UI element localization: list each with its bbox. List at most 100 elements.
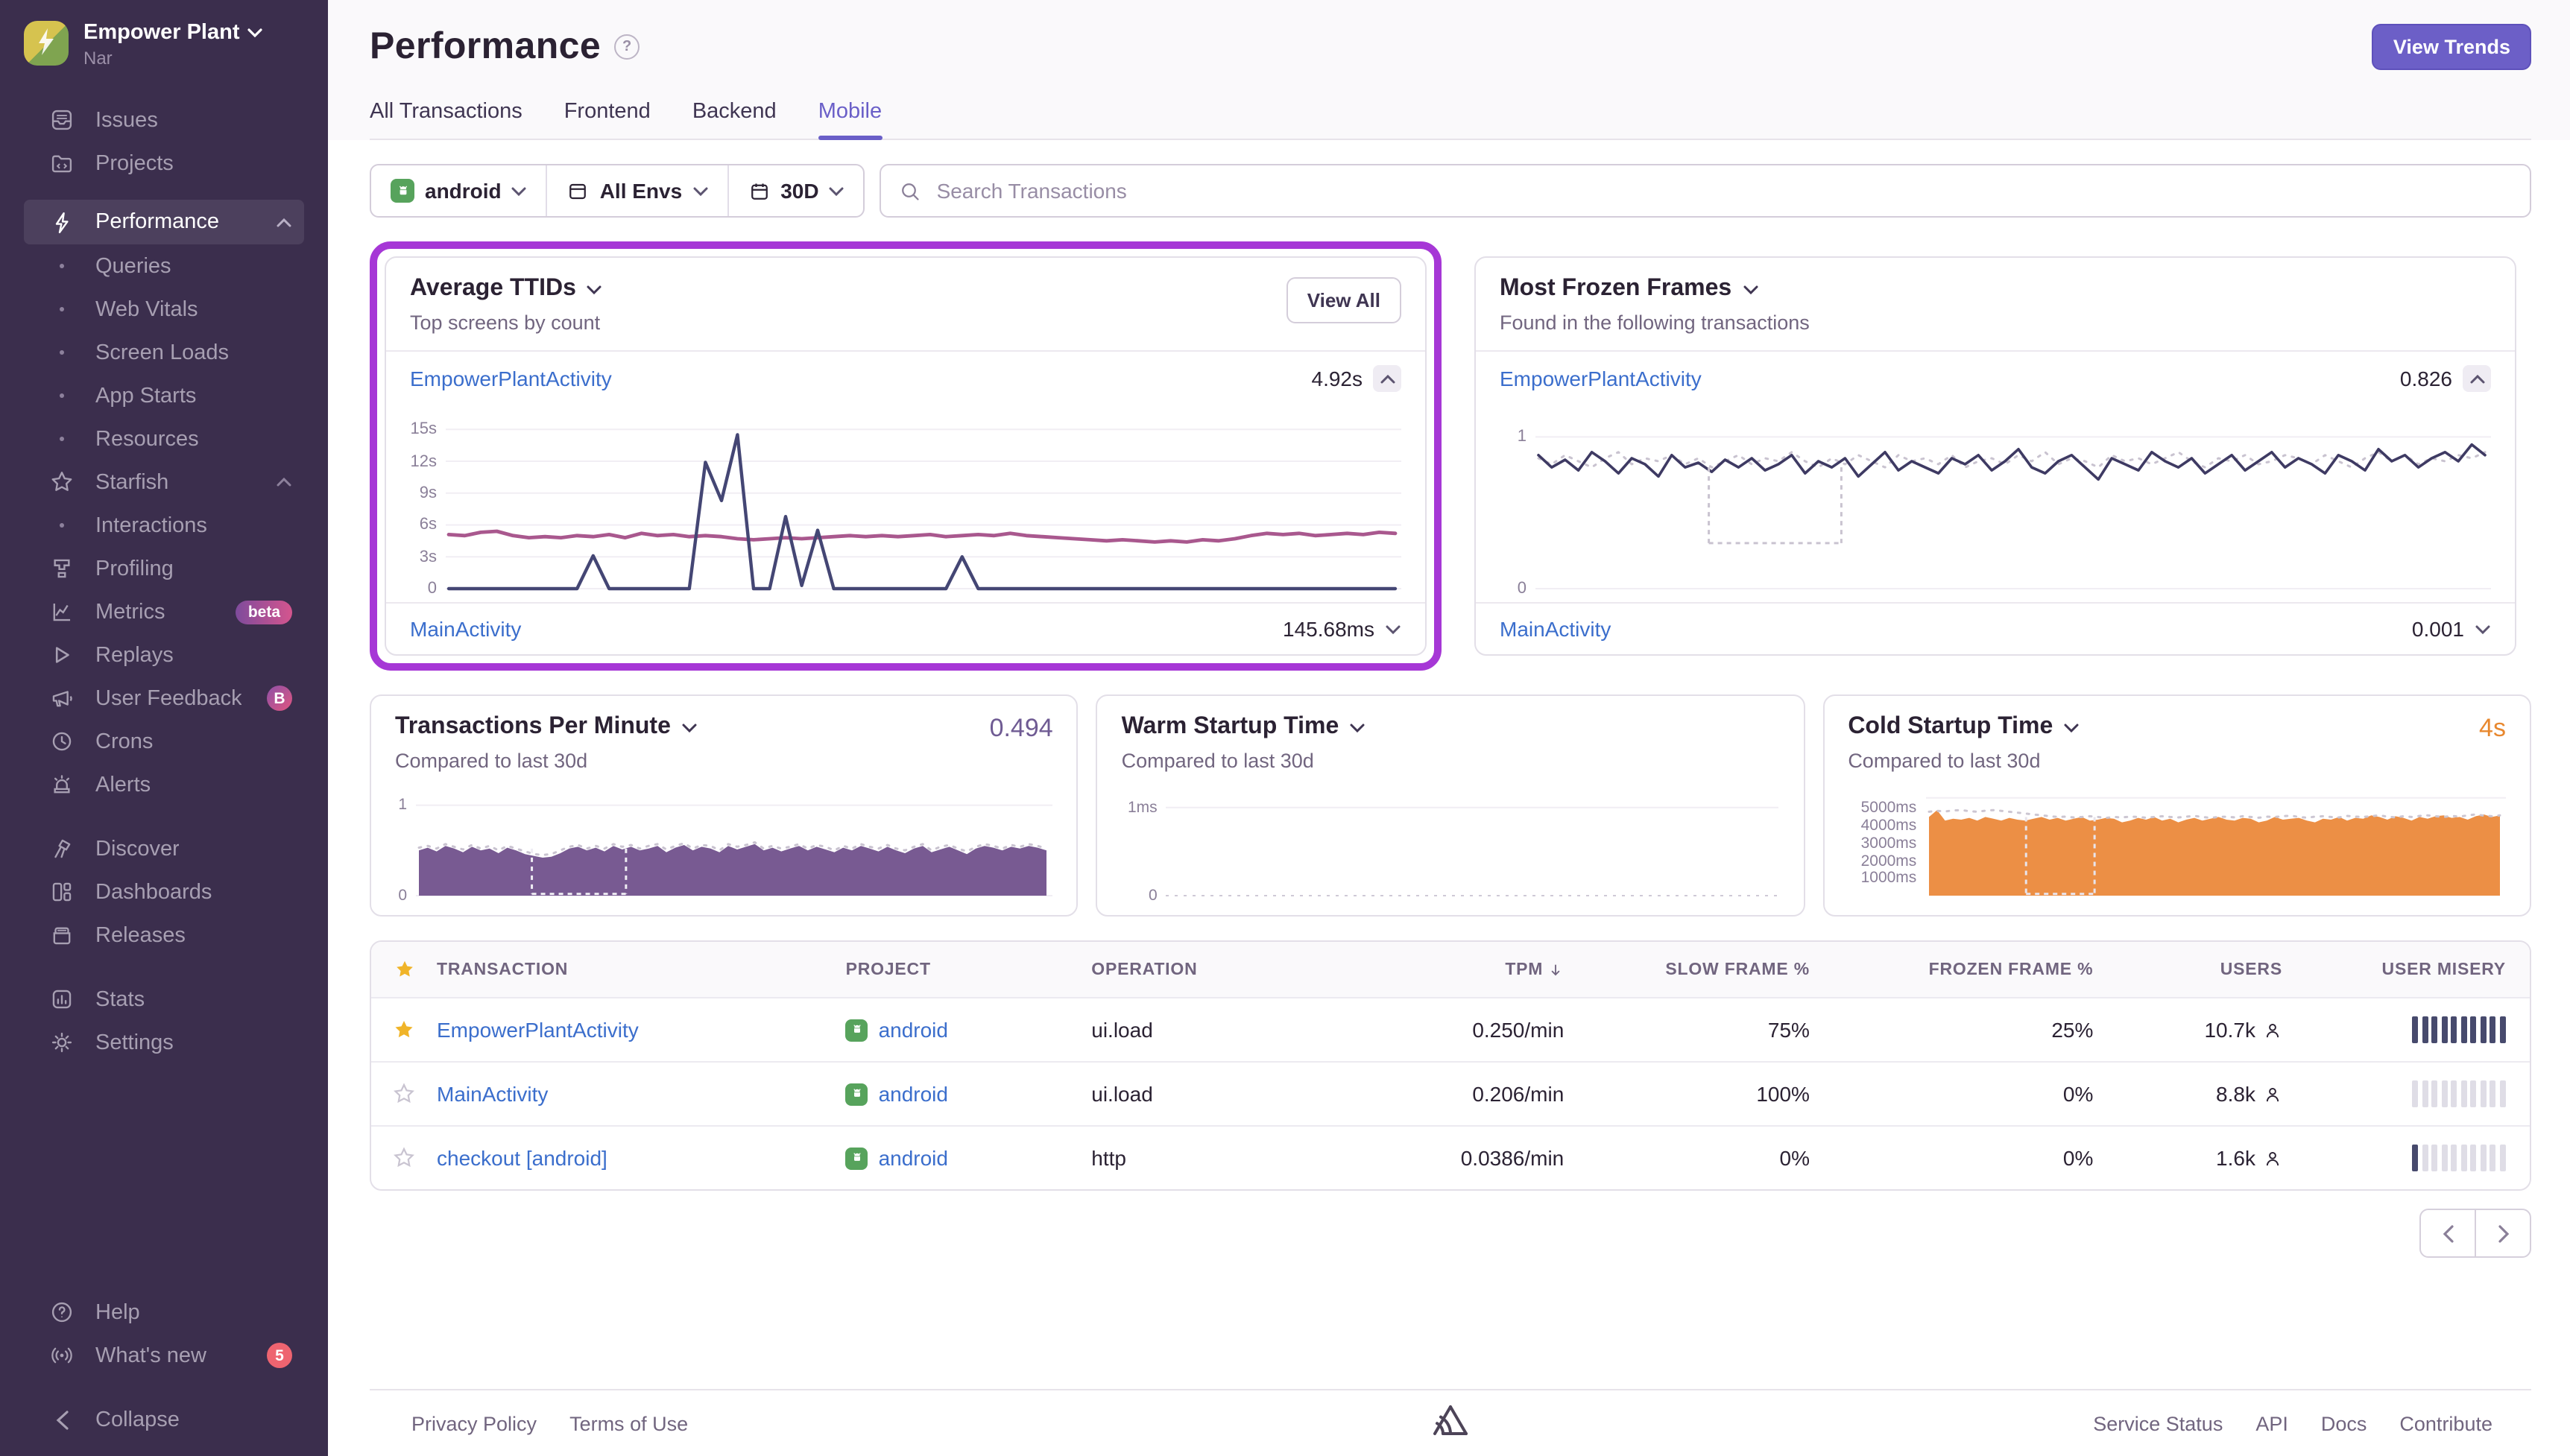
- page-content: android All Envs 30D: [328, 140, 2570, 1456]
- tpm-cell: 0.250/min: [1337, 1018, 1564, 1042]
- project-link[interactable]: android: [879, 1082, 948, 1106]
- transaction-link[interactable]: checkout [android]: [437, 1146, 607, 1170]
- sidebar-item-label: Alerts: [95, 773, 151, 797]
- window-icon: [567, 180, 590, 202]
- sidebar-item-help[interactable]: Help: [24, 1291, 304, 1334]
- privacy-policy-link[interactable]: Privacy Policy: [411, 1412, 537, 1434]
- sidebar-item-queries[interactable]: Queries: [24, 245, 304, 288]
- view-all-button[interactable]: View All: [1286, 277, 1401, 323]
- transaction-link[interactable]: MainActivity: [1500, 617, 1611, 641]
- bullet-icon: [49, 437, 75, 442]
- avg-ttids-title-dropdown[interactable]: Average TTIDs: [410, 276, 1401, 303]
- column-header-transaction[interactable]: TRANSACTION: [437, 960, 846, 978]
- column-header-project[interactable]: PROJECT: [846, 960, 1092, 978]
- table-row[interactable]: MainActivity android ui.load 0.206/min 1…: [371, 1061, 2530, 1125]
- transaction-link[interactable]: MainActivity: [437, 1082, 548, 1106]
- table-row[interactable]: checkout [android] android http 0.0386/m…: [371, 1125, 2530, 1189]
- sidebar-item-releases[interactable]: Releases: [24, 914, 304, 958]
- expand-row-button[interactable]: [1385, 624, 1401, 634]
- project-filter[interactable]: android: [371, 165, 546, 216]
- project-link[interactable]: android: [879, 1146, 948, 1170]
- transaction-link[interactable]: MainActivity: [410, 617, 521, 641]
- cold-startup-title-dropdown[interactable]: Cold Startup Time: [1848, 714, 2080, 741]
- sidebar-item-stats[interactable]: Stats: [24, 978, 304, 1022]
- android-icon: [846, 1019, 868, 1041]
- sidebar-item-label: Releases: [95, 924, 186, 948]
- column-header-operation[interactable]: OPERATION: [1091, 960, 1337, 978]
- sidebar-item-label: User Feedback: [95, 687, 242, 711]
- transaction-link[interactable]: EmpowerPlantActivity: [437, 1018, 639, 1042]
- sidebar-item-screen-loads[interactable]: Screen Loads: [24, 332, 304, 375]
- transaction-link[interactable]: EmpowerPlantActivity: [1500, 367, 1702, 390]
- column-header-slow-frame[interactable]: SLOW FRAME %: [1564, 960, 1810, 978]
- tpm-title-dropdown[interactable]: Transactions Per Minute: [395, 714, 698, 741]
- view-trends-button[interactable]: View Trends: [2372, 24, 2531, 70]
- contribute-link[interactable]: Contribute: [2399, 1412, 2492, 1434]
- sidebar-item-settings[interactable]: Settings: [24, 1022, 304, 1065]
- sidebar-item-label: Dashboards: [95, 881, 212, 905]
- tab-all-transactions[interactable]: All Transactions: [370, 100, 522, 139]
- chevron-down-icon: [512, 186, 527, 196]
- sidebar-item-web-vitals[interactable]: Web Vitals: [24, 288, 304, 332]
- environment-filter[interactable]: All Envs: [548, 165, 727, 216]
- expand-row-button[interactable]: [2475, 624, 2491, 634]
- star-toggle[interactable]: [371, 1146, 437, 1170]
- docs-link[interactable]: Docs: [2321, 1412, 2367, 1434]
- column-header-users[interactable]: USERS: [2093, 960, 2282, 978]
- sentry-logo: [1430, 1402, 1471, 1441]
- sidebar-collapse-button[interactable]: Collapse: [24, 1398, 304, 1441]
- sidebar-item-metrics[interactable]: Metrics beta: [24, 591, 304, 634]
- project-link[interactable]: android: [879, 1018, 948, 1042]
- sidebar-item-whats-new[interactable]: What's new 5: [24, 1334, 304, 1377]
- sidebar-item-crons[interactable]: Crons: [24, 721, 304, 764]
- tab-mobile[interactable]: Mobile: [818, 100, 882, 139]
- org-switcher[interactable]: Empower Plant Nar: [0, 21, 328, 69]
- search-input[interactable]: [934, 177, 2512, 204]
- sidebar-item-discover[interactable]: Discover: [24, 828, 304, 871]
- sidebar-item-projects[interactable]: Projects: [24, 142, 304, 186]
- star-toggle[interactable]: [371, 1082, 437, 1106]
- date-range-filter[interactable]: 30D: [728, 165, 863, 216]
- bar-chart-icon: [49, 987, 75, 1013]
- sidebar-item-replays[interactable]: Replays: [24, 634, 304, 677]
- sidebar-item-starfish[interactable]: Starfish: [24, 461, 304, 504]
- chevron-down-icon: [830, 186, 844, 196]
- next-page-button[interactable]: [2475, 1209, 2531, 1258]
- page-help-icon[interactable]: ?: [614, 34, 640, 60]
- chevron-down-icon: [692, 186, 707, 196]
- search-icon: [900, 180, 922, 202]
- frozen-frames-title-dropdown[interactable]: Most Frozen Frames: [1500, 276, 2491, 303]
- metrics-icon: [49, 600, 75, 625]
- column-header-tpm[interactable]: TPM: [1337, 960, 1564, 978]
- terms-of-use-link[interactable]: Terms of Use: [569, 1412, 688, 1434]
- bullet-icon: [49, 394, 75, 399]
- sidebar-item-performance[interactable]: Performance: [24, 200, 304, 245]
- operation-cell: http: [1091, 1146, 1337, 1170]
- service-status-link[interactable]: Service Status: [2093, 1412, 2223, 1434]
- warm-startup-title-dropdown[interactable]: Warm Startup Time: [1122, 714, 1366, 741]
- column-header-frozen-frame[interactable]: FROZEN FRAME %: [1810, 960, 2093, 978]
- star-toggle[interactable]: [371, 1018, 437, 1042]
- sidebar-item-dashboards[interactable]: Dashboards: [24, 871, 304, 914]
- sidebar-item-user-feedback[interactable]: User Feedback B: [24, 677, 304, 721]
- chevron-down-icon: [2063, 722, 2080, 732]
- transaction-link[interactable]: EmpowerPlantActivity: [410, 367, 612, 390]
- archive-box-icon: [49, 923, 75, 949]
- sidebar-item-alerts[interactable]: Alerts: [24, 764, 304, 807]
- collapse-row-button[interactable]: [2463, 365, 2491, 392]
- sidebar-item-interactions[interactable]: Interactions: [24, 504, 304, 548]
- frozen-frames-chart: [1535, 411, 2491, 593]
- sidebar-item-app-starts[interactable]: App Starts: [24, 375, 304, 418]
- sidebar-item-issues[interactable]: Issues: [24, 99, 304, 142]
- api-link[interactable]: API: [2255, 1412, 2288, 1434]
- table-row[interactable]: EmpowerPlantActivity android ui.load 0.2…: [371, 997, 2530, 1061]
- tab-frontend[interactable]: Frontend: [564, 100, 651, 139]
- previous-page-button[interactable]: [2419, 1209, 2476, 1258]
- collapse-row-button[interactable]: [1373, 365, 1401, 392]
- sidebar-item-profiling[interactable]: Profiling: [24, 548, 304, 591]
- sidebar-item-label: Settings: [95, 1031, 174, 1055]
- chevron-down-icon: [681, 722, 698, 732]
- sidebar-item-resources[interactable]: Resources: [24, 418, 304, 461]
- tab-backend[interactable]: Backend: [692, 100, 777, 139]
- page-footer: Privacy Policy Terms of Use Service Stat…: [370, 1389, 2531, 1456]
